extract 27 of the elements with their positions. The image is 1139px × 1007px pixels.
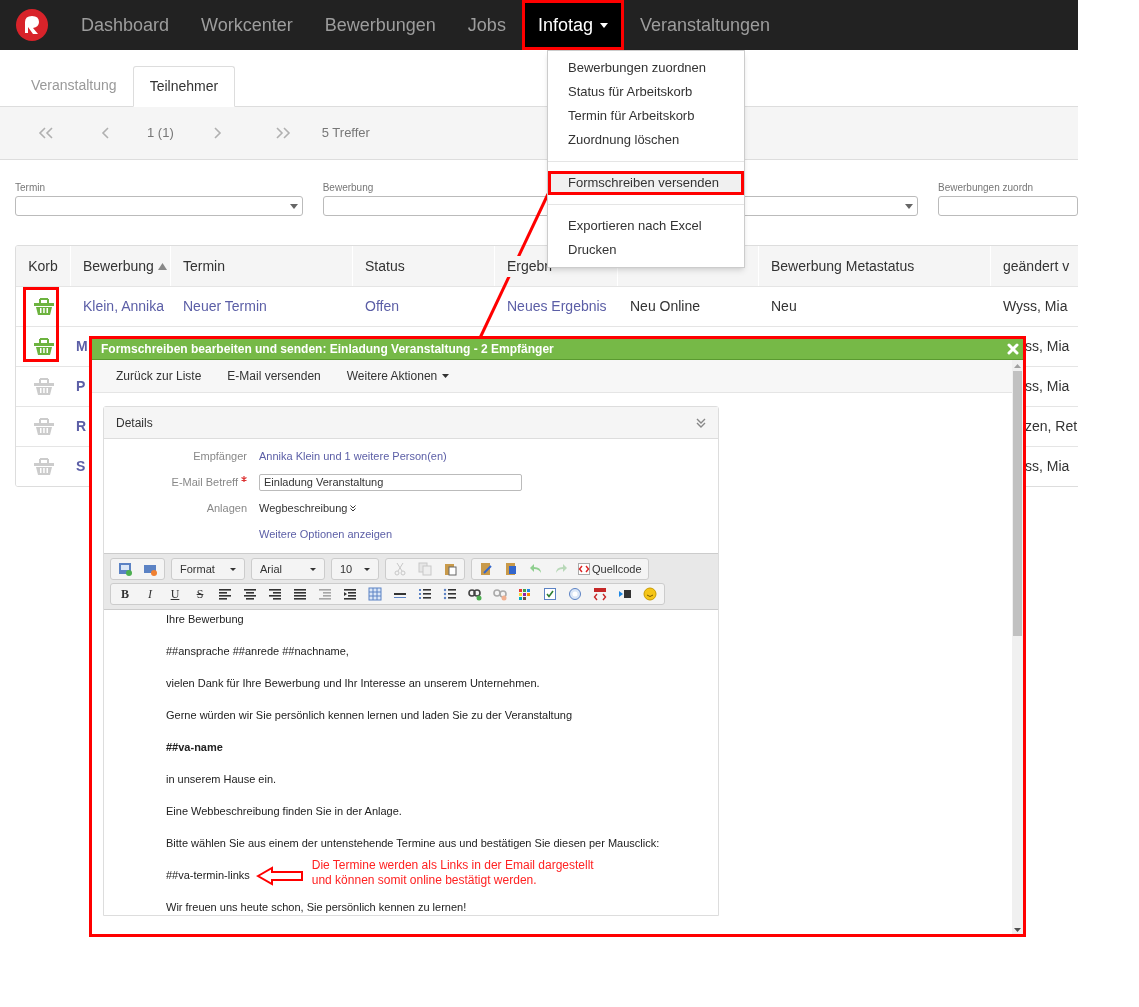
paragraph: Gerne würden wir Sie persönlich kennen lernen und laden Sie zu der Veranstaltung <box>166 708 573 724</box>
paragraph: vielen Dank für Ihre Bewerbung und Ihr Interesse an unserem Unternehmen. <box>166 676 540 692</box>
field-label: Anlagen <box>206 500 247 516</box>
field-label: Empfänger <box>193 448 247 464</box>
field-label: E-Mail Betreff <box>171 473 247 491</box>
dialog-title: Formschreiben bearbeiten und senden: Einladung Veranstaltung - 2 Empfänger <box>101 341 554 358</box>
table-cell-text: Neu <box>771 297 797 316</box>
table-cell-text: Neu Online <box>630 297 701 316</box>
page-number: 1 (1) <box>147 124 174 143</box>
hit-count: 5 Treffer <box>321 124 370 143</box>
paragraph: Eine Webbeschreibung finden Sie in der Anlage. <box>166 804 402 820</box>
table-cell-text: zen, Ret <box>1025 417 1078 436</box>
paragraph: ##va-termin-links <box>166 868 250 884</box>
annotation-text: Die Termine werden als Links in der Email dargestellt und können somit online bestätigt werden. <box>311 858 594 888</box>
paragraph: ##ansprache ##anrede ##nachname, <box>166 644 349 660</box>
panel-title: Details <box>116 414 153 432</box>
table-cell-text: ss, Mia <box>1025 337 1070 356</box>
table-cell-text: ss, Mia <box>1025 457 1070 476</box>
filter-label: Bewerbungen zuordn <box>938 181 1035 195</box>
filter-label: Termin <box>15 181 46 195</box>
paragraph: Ihre Bewerbung <box>166 612 244 628</box>
paragraph: Wir freuen uns heute schon, Sie persönlich kennen zu lernen! <box>166 900 467 916</box>
table-cell-text: ss, Mia <box>1025 377 1070 396</box>
paragraph: ##va-name <box>166 740 223 756</box>
paragraph: in unserem Hause ein. <box>166 772 277 788</box>
paragraph: Bitte wählen Sie aus einem der untenstehende Termine aus und bestätigen Sie diesen per Mausclick: <box>166 836 660 852</box>
table-cell-text: Wyss, Mia <box>1003 297 1068 316</box>
